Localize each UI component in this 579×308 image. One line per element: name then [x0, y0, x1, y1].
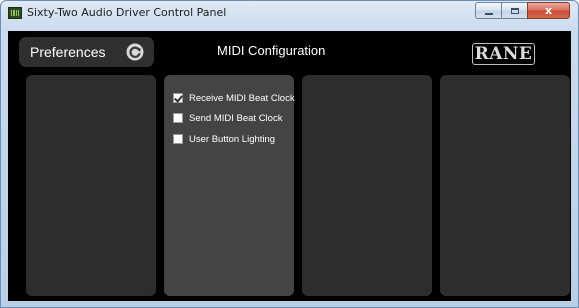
close-button[interactable]: x — [527, 2, 570, 19]
close-icon: x — [544, 4, 553, 17]
send-midi-beat-clock-label: Send MIDI Beat Clock — [189, 112, 283, 124]
maximize-icon — [510, 7, 519, 14]
preferences-label: Preferences — [30, 44, 106, 60]
minimize-button[interactable] — [475, 2, 501, 19]
user-button-lighting-checkbox[interactable] — [173, 134, 183, 144]
receive-midi-beat-clock-label: Receive MIDI Beat Clock — [189, 92, 295, 104]
rane-logo: RANE — [472, 43, 535, 65]
send-midi-beat-clock-option[interactable]: Send MIDI Beat Clock — [173, 112, 282, 124]
send-midi-beat-clock-checkbox[interactable] — [173, 113, 183, 123]
page-title: MIDI Configuration — [217, 43, 326, 58]
audio-device-icon[interactable] — [8, 7, 22, 19]
app-window: Sixty-Two Audio Driver Control Panel x P… — [0, 0, 579, 308]
preferences-button[interactable]: Preferences — [19, 37, 154, 67]
settings-panel-4 — [440, 75, 570, 296]
midi-options-panel: Receive MIDI Beat Clock Send MIDI Beat C… — [164, 75, 295, 296]
receive-midi-beat-clock-option[interactable]: Receive MIDI Beat Clock — [173, 92, 295, 104]
receive-midi-beat-clock-checkbox[interactable] — [173, 93, 183, 103]
control-panel-body: Preferences MIDI Configuration RANE Rece… — [8, 31, 571, 301]
user-button-lighting-option[interactable]: User Button Lighting — [173, 133, 275, 145]
refresh-icon — [126, 43, 144, 61]
settings-panel-1 — [26, 75, 156, 296]
settings-panel-3 — [302, 75, 432, 296]
maximize-button[interactable] — [501, 2, 527, 19]
user-button-lighting-label: User Button Lighting — [189, 133, 276, 145]
window-title: Sixty-Two Audio Driver Control Panel — [27, 6, 227, 19]
title-bar[interactable]: Sixty-Two Audio Driver Control Panel x — [1, 1, 578, 27]
caption-buttons: x — [475, 2, 570, 19]
minimize-icon — [484, 12, 493, 15]
